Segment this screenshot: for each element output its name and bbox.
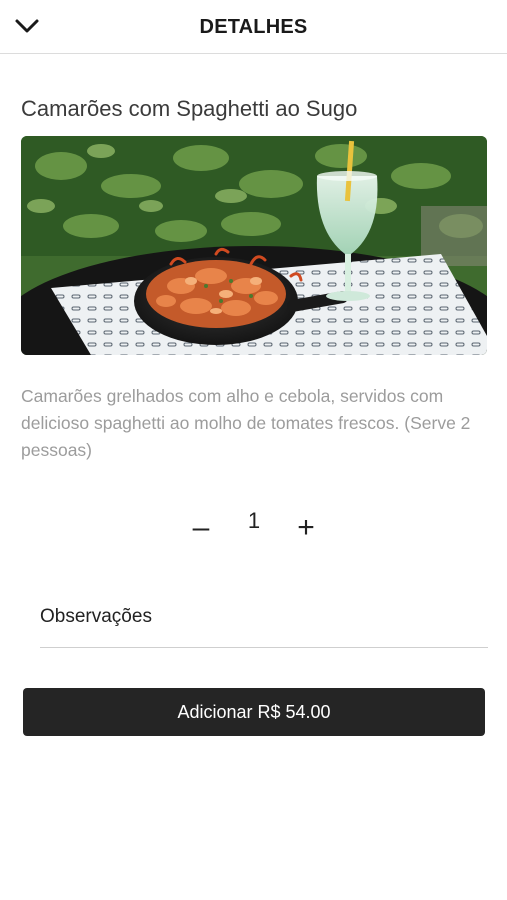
add-to-cart-button[interactable]: Adicionar R$ 54.00 — [23, 688, 485, 736]
observations-input[interactable] — [40, 596, 488, 628]
decrease-quantity-button[interactable]: – — [186, 510, 216, 546]
product-image — [21, 136, 487, 355]
product-name: Camarões com Spaghetti ao Sugo — [21, 96, 358, 121]
app-header: DETALHES — [0, 0, 507, 54]
increase-quantity-button[interactable]: + — [291, 510, 321, 546]
observations-field — [40, 596, 488, 648]
quantity-stepper: – 1 + — [0, 506, 507, 546]
quantity-value: 1 — [247, 508, 261, 533]
page-title: DETALHES — [199, 16, 308, 38]
product-description: Camarões grelhados com alho e cebola, se… — [21, 386, 471, 460]
